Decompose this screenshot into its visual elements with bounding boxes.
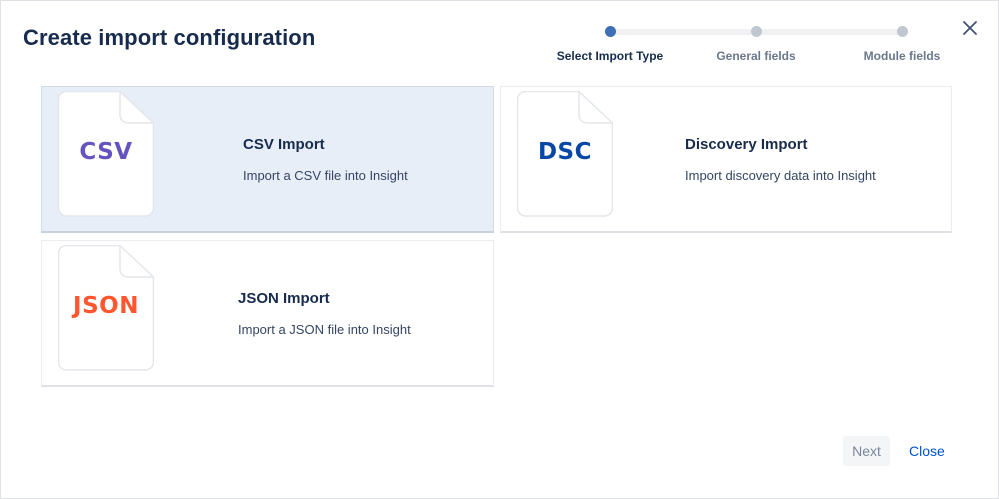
step-label-module-fields: Module fields: [863, 49, 941, 63]
discovery-card-description: Import discovery data into Insight: [685, 168, 876, 183]
step-dot-module-fields: [897, 26, 908, 37]
dialog-title: Create import configuration: [23, 25, 316, 50]
csv-card-title: CSV Import: [243, 136, 325, 153]
csv-file-icon: CSV: [58, 91, 154, 217]
import-config-dialog: Create import configuration Select Impor…: [0, 0, 999, 499]
json-file-icon: JSON: [58, 245, 154, 371]
progress-stepper: Select Import Type General fields Module…: [551, 25, 951, 69]
csv-card-description: Import a CSV file into Insight: [243, 168, 408, 183]
close-button[interactable]: Close: [899, 436, 955, 466]
import-card-json[interactable]: JSON JSON Import Import a JSON file into…: [41, 240, 494, 387]
import-card-csv[interactable]: CSV CSV Import Import a CSV file into In…: [41, 86, 494, 233]
close-icon[interactable]: [959, 17, 981, 39]
dsc-file-icon: DSC: [517, 91, 613, 217]
json-ext-label: JSON: [73, 293, 139, 319]
csv-ext-label: CSV: [79, 139, 133, 165]
discovery-card-title: Discovery Import: [685, 136, 808, 153]
import-card-discovery[interactable]: DSC Discovery Import Import discovery da…: [500, 86, 952, 233]
step-dot-select-import-type: [605, 26, 616, 37]
next-button[interactable]: Next: [843, 436, 890, 466]
step-dot-general-fields: [751, 26, 762, 37]
dsc-ext-label: DSC: [537, 139, 593, 165]
json-card-description: Import a JSON file into Insight: [238, 322, 411, 337]
step-label-general-fields: General fields: [716, 49, 796, 63]
step-label-select-import-type: Select Import Type: [556, 49, 664, 63]
json-card-title: JSON Import: [238, 290, 330, 307]
